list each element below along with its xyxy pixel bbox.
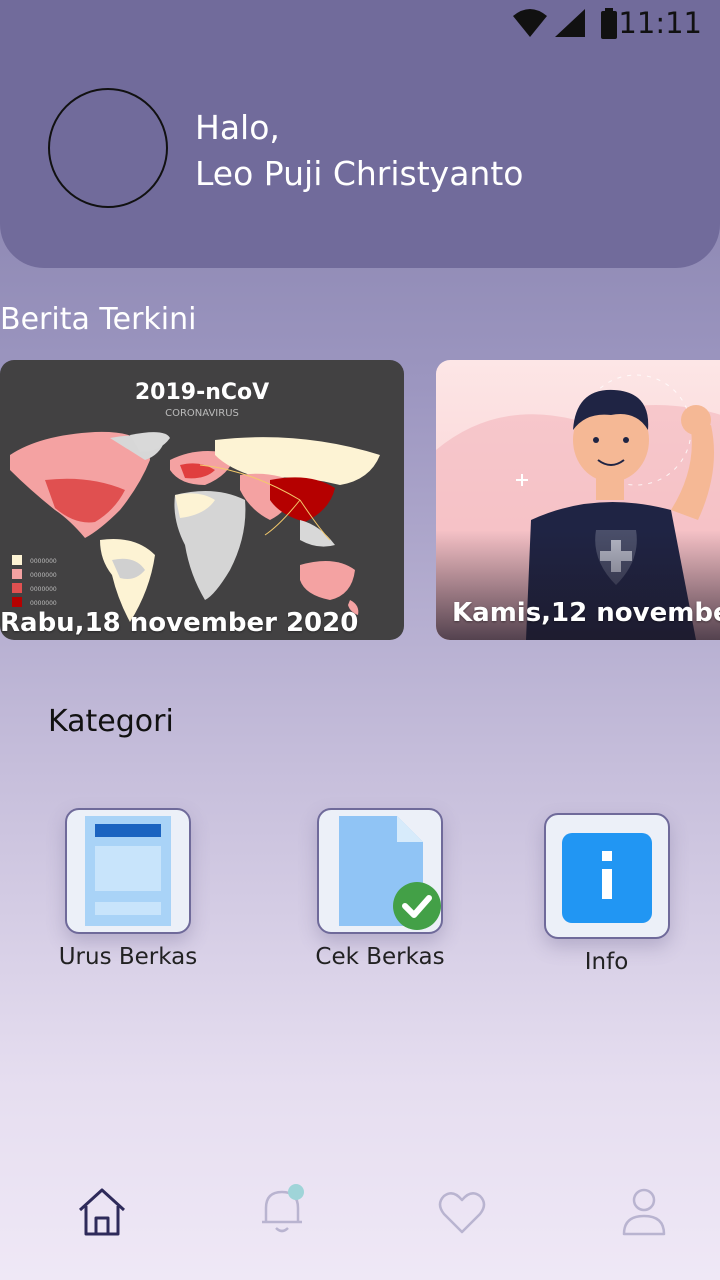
- legend-label: 0000000: [30, 586, 57, 593]
- category-section-title: Kategori: [48, 704, 174, 739]
- wifi-icon: [513, 9, 547, 37]
- avatar[interactable]: [48, 88, 168, 208]
- world-map-image: [10, 431, 380, 622]
- news-card-date: Kamis,12 november: [452, 598, 720, 628]
- category-label: Urus Berkas: [58, 944, 198, 970]
- user-name: Leo Puji Christyanto: [195, 154, 524, 193]
- home-icon[interactable]: [76, 1186, 128, 1238]
- category-label: Cek Berkas: [315, 944, 445, 970]
- signal-icon: [555, 9, 585, 37]
- clock-time: 11:11: [618, 6, 702, 40]
- notification-bell-icon[interactable]: [256, 1182, 308, 1238]
- category-urus-berkas[interactable]: Urus Berkas: [48, 808, 208, 970]
- legend-label: 0000000: [30, 572, 57, 579]
- bottom-navigation: [0, 1170, 720, 1280]
- greeting: Halo, Leo Puji Christyanto: [195, 105, 523, 197]
- document-check-icon: [339, 816, 441, 930]
- category-icon-box: [65, 808, 191, 934]
- category-label: Info: [584, 949, 629, 975]
- category-cek-berkas[interactable]: Cek Berkas: [300, 808, 460, 970]
- category-icon-box: [317, 808, 443, 934]
- category-info[interactable]: Info: [534, 813, 679, 975]
- legend-label: 0000000: [30, 558, 57, 565]
- heart-icon[interactable]: [436, 1186, 488, 1238]
- info-icon: [561, 833, 652, 923]
- news-card-health[interactable]: Kamis,12 november: [436, 360, 720, 640]
- map-legend: 0000000 0000000 0000000 0000000: [30, 555, 57, 611]
- battery-icon: [601, 8, 617, 39]
- profile-icon[interactable]: [618, 1186, 670, 1238]
- greeting-line1: Halo,: [195, 108, 280, 147]
- news-card-date: Rabu,18 november 2020: [0, 608, 359, 638]
- category-icon-box: [543, 813, 670, 939]
- news-card-covid[interactable]: 2019-nCoV CORONAVIRUS 0000000 0000000 00…: [0, 360, 404, 640]
- news-section-title: Berita Terkini: [0, 302, 197, 337]
- status-bar: 11:11: [0, 0, 720, 48]
- document-form-icon: [85, 816, 171, 926]
